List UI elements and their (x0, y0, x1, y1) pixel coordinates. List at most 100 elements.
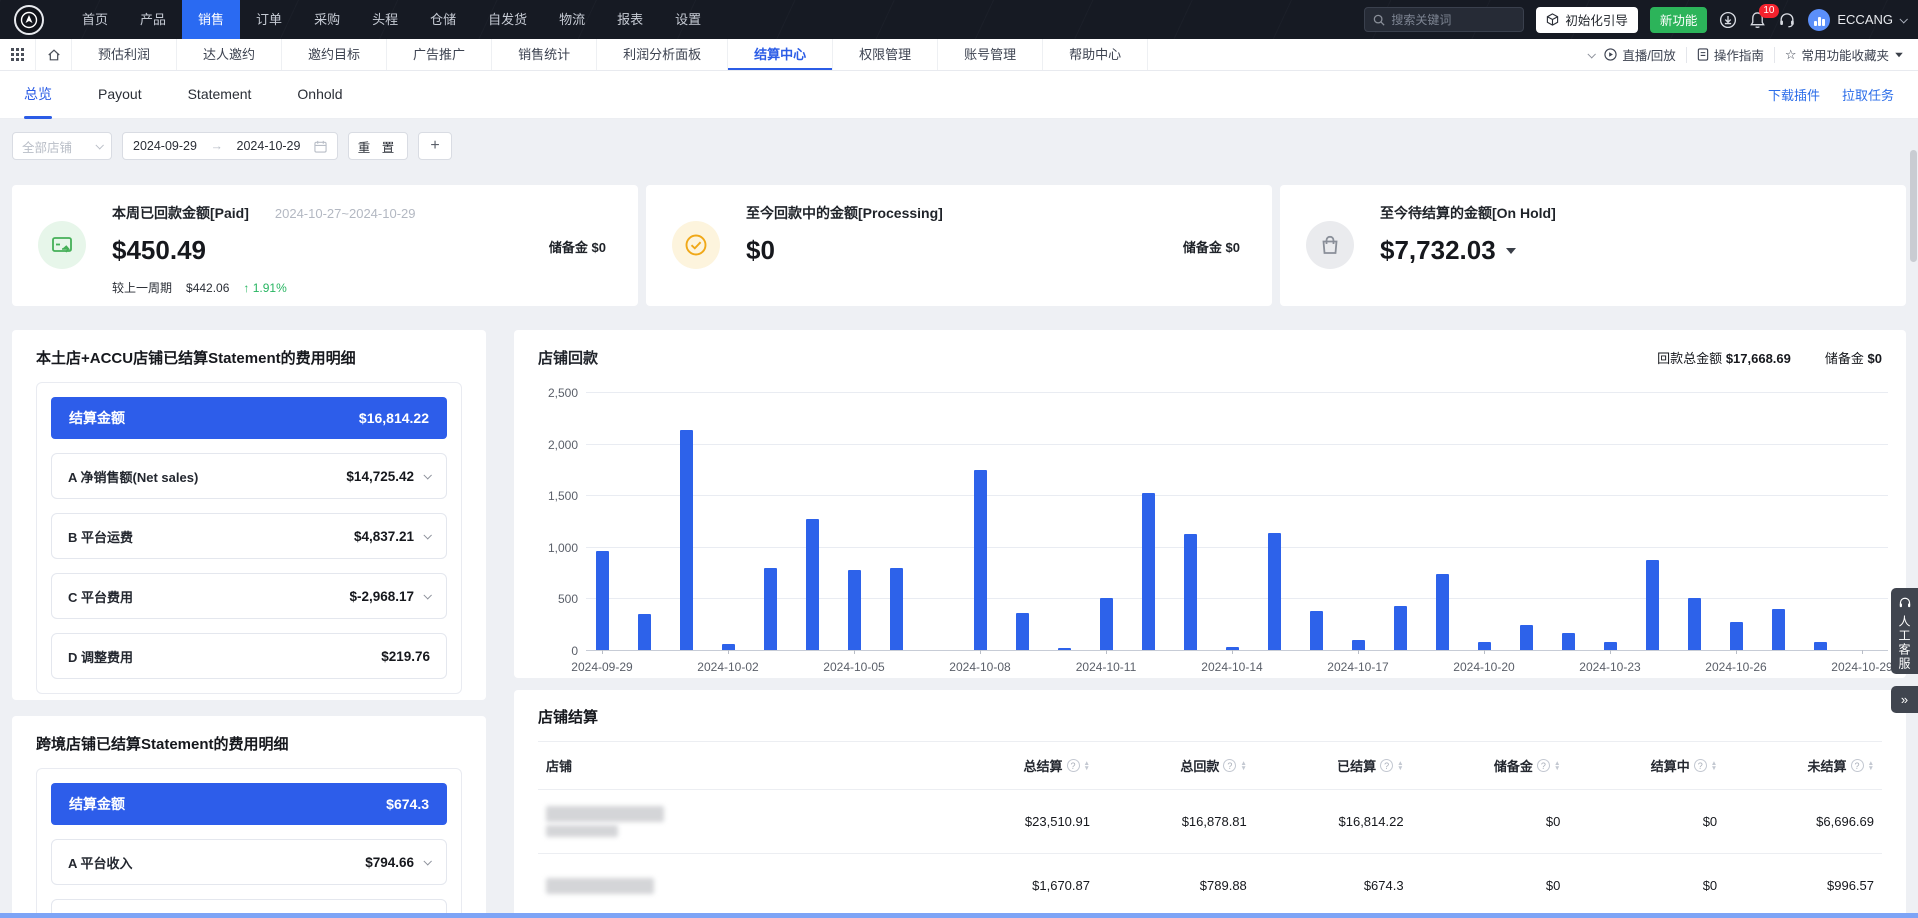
date-end-value[interactable]: 2024-10-29 (237, 139, 301, 153)
column-header-未结算[interactable]: 未结算?▲▼ (1725, 742, 1882, 790)
favorites-link[interactable]: ☆ 常用功能收藏夹 (1785, 45, 1904, 64)
bar-2024-10-22[interactable] (1562, 633, 1575, 650)
bar-2024-10-04[interactable] (806, 519, 819, 650)
bar-2024-10-11[interactable] (1100, 598, 1113, 650)
home-button[interactable] (36, 39, 72, 70)
topnav-item-订单[interactable]: 订单 (240, 0, 298, 39)
subnav-item-结算中心[interactable]: 结算中心 (728, 39, 833, 70)
sorter-icon[interactable]: ▲▼ (1554, 761, 1560, 771)
bar-2024-10-15[interactable] (1268, 533, 1281, 650)
bar-2024-09-29[interactable] (596, 551, 609, 650)
bar-2024-10-20[interactable] (1478, 642, 1491, 650)
sorter-icon[interactable]: ▲▼ (1711, 761, 1717, 771)
column-header-总结算[interactable]: 总结算?▲▼ (941, 742, 1098, 790)
sorter-icon[interactable]: ▲▼ (1084, 761, 1090, 771)
bar-2024-10-01[interactable] (680, 430, 693, 650)
topnav-item-产品[interactable]: 产品 (124, 0, 182, 39)
bar-2024-10-06[interactable] (890, 568, 903, 650)
topnav-item-报表[interactable]: 报表 (601, 0, 659, 39)
chevron-down-icon[interactable] (423, 857, 431, 865)
date-range-picker[interactable]: 2024-09-29 → 2024-10-29 (122, 132, 338, 160)
subnav-item-邀约目标[interactable]: 邀约目标 (282, 39, 387, 70)
fee-row-A[interactable]: A 平台收入$794.66 (51, 839, 447, 885)
info-icon[interactable]: ? (1223, 759, 1236, 772)
tab-Onhold[interactable]: Onhold (297, 71, 342, 119)
topnav-item-物流[interactable]: 物流 (543, 0, 601, 39)
subnav-item-利润分析面板[interactable]: 利润分析面板 (597, 39, 728, 70)
download-center-button[interactable] (1719, 11, 1737, 29)
tab-总览[interactable]: 总览 (24, 71, 52, 119)
operation-guide-link[interactable]: 操作指南 (1697, 45, 1764, 64)
subnav-item-预估利润[interactable]: 预估利润 (72, 39, 177, 70)
collapse-sidebar-button[interactable]: » (1891, 686, 1918, 713)
table-row-1[interactable]: $23,510.91$16,878.81$16,814.22$0$0$6,696… (538, 790, 1882, 854)
shop-select[interactable]: 全部店铺 (12, 132, 112, 160)
info-icon[interactable]: ? (1380, 759, 1393, 772)
info-icon[interactable]: ? (1537, 759, 1550, 772)
date-start-value[interactable]: 2024-09-29 (133, 139, 197, 153)
pull-task-link[interactable]: 拉取任务 (1842, 85, 1894, 104)
bar-2024-10-05[interactable] (848, 570, 861, 650)
bar-2024-10-10[interactable] (1058, 648, 1071, 650)
bar-2024-10-17[interactable] (1352, 640, 1365, 650)
chevron-down-icon[interactable] (423, 531, 431, 539)
support-button[interactable] (1778, 11, 1796, 29)
bar-2024-10-21[interactable] (1520, 625, 1533, 650)
search-input[interactable] (1391, 13, 1509, 27)
subnav-item-权限管理[interactable]: 权限管理 (833, 39, 938, 70)
bar-2024-10-25[interactable] (1688, 598, 1701, 650)
subnav-item-账号管理[interactable]: 账号管理 (938, 39, 1043, 70)
sorter-icon[interactable]: ▲▼ (1397, 761, 1403, 771)
subnav-item-销售统计[interactable]: 销售统计 (492, 39, 597, 70)
download-plugin-link[interactable]: 下载插件 (1768, 85, 1820, 104)
init-guide-button[interactable]: 初始化引导 (1536, 7, 1638, 33)
tab-Statement[interactable]: Statement (188, 71, 252, 119)
topnav-item-采购[interactable]: 采购 (298, 0, 356, 39)
fee-row-C[interactable]: C 平台费用$-2,968.17 (51, 573, 447, 619)
bar-2024-10-09[interactable] (1016, 613, 1029, 650)
fee-row-A[interactable]: A 净销售额(Net sales)$14,725.42 (51, 453, 447, 499)
bar-2024-10-24[interactable] (1646, 560, 1659, 650)
tab-Payout[interactable]: Payout (98, 71, 142, 119)
column-header-储备金[interactable]: 储备金?▲▼ (1412, 742, 1569, 790)
info-icon[interactable]: ? (1694, 759, 1707, 772)
apps-grid-button[interactable] (0, 39, 36, 70)
column-header-结算中[interactable]: 结算中?▲▼ (1568, 742, 1725, 790)
sorter-icon[interactable]: ▲▼ (1240, 761, 1246, 771)
subnav-item-达人邀约[interactable]: 达人邀约 (177, 39, 282, 70)
notifications-button[interactable]: 10 (1749, 11, 1766, 29)
bar-2024-09-30[interactable] (638, 614, 651, 650)
live-replay-link[interactable]: 直播/回放 (1604, 45, 1675, 64)
new-feature-button[interactable]: 新功能 (1650, 7, 1708, 33)
bar-2024-10-13[interactable] (1184, 534, 1197, 650)
bar-2024-10-26[interactable] (1730, 622, 1743, 650)
app-logo[interactable] (14, 5, 44, 35)
topnav-item-销售[interactable]: 销售 (182, 0, 240, 39)
onhold-dropdown-caret[interactable] (1506, 248, 1516, 254)
customer-service-button[interactable]: 人工客服 (1891, 588, 1918, 674)
collapse-chevron-icon[interactable] (1588, 50, 1596, 58)
info-icon[interactable]: ? (1067, 759, 1080, 772)
bar-2024-10-28[interactable] (1814, 642, 1827, 650)
topnav-item-头程[interactable]: 头程 (356, 0, 414, 39)
table-row-2[interactable]: $1,670.87$789.88$674.3$0$0$996.57 (538, 854, 1882, 918)
vertical-scrollbar[interactable] (1910, 150, 1917, 262)
sorter-icon[interactable]: ▲▼ (1868, 761, 1874, 771)
subnav-item-帮助中心[interactable]: 帮助中心 (1043, 39, 1148, 70)
global-search[interactable] (1364, 7, 1524, 32)
user-menu[interactable]: ECCANG (1808, 9, 1906, 31)
fee-row-D[interactable]: D 调整费用$219.76 (51, 633, 447, 679)
reset-button[interactable]: 重 置 (348, 132, 408, 160)
topnav-item-自发货[interactable]: 自发货 (472, 0, 543, 39)
info-icon[interactable]: ? (1851, 759, 1864, 772)
bar-2024-10-12[interactable] (1142, 493, 1155, 650)
chevron-down-icon[interactable] (423, 471, 431, 479)
column-header-总回款[interactable]: 总回款?▲▼ (1098, 742, 1255, 790)
bar-2024-10-03[interactable] (764, 568, 777, 650)
column-header-已结算[interactable]: 已结算?▲▼ (1255, 742, 1412, 790)
topnav-item-仓储[interactable]: 仓储 (414, 0, 472, 39)
bar-2024-10-18[interactable] (1394, 606, 1407, 650)
topnav-item-首页[interactable]: 首页 (66, 0, 124, 39)
add-filter-button[interactable]: + (418, 132, 452, 160)
bar-2024-10-08[interactable] (974, 470, 987, 650)
